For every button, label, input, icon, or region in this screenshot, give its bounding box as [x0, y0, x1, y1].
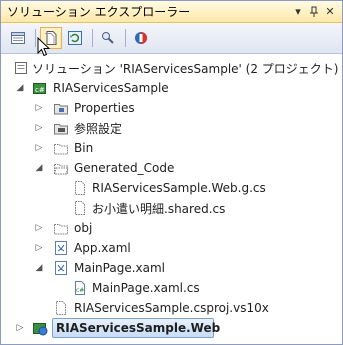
project-label: RIAServicesSample [53, 81, 169, 95]
properties-label: Properties [74, 101, 135, 115]
refresh-button[interactable] [64, 27, 86, 49]
collapsed-arrow-icon[interactable]: ▷ [33, 102, 45, 114]
collapsed-arrow-icon[interactable]: ▷ [33, 222, 45, 234]
folder-icon [53, 140, 69, 156]
tree-item-bin[interactable]: ▷ Bin [1, 138, 342, 158]
csharp-project-icon: c# [32, 80, 48, 96]
file-icon [72, 200, 88, 216]
references-label: 参照設定 [74, 121, 123, 136]
mainpage-xaml-cs-label: MainPage.xaml.cs [92, 281, 200, 295]
tree-item-references[interactable]: ▷ 参照設定 [1, 118, 342, 138]
collapsed-arrow-icon[interactable]: ▷ [33, 142, 45, 154]
view-class-diagram-button[interactable] [97, 27, 119, 49]
svg-text:c#: c# [35, 86, 45, 94]
window-title: ソリューション エクスプローラー [7, 5, 191, 19]
collapsed-arrow-icon[interactable]: ▷ [33, 122, 45, 134]
solution-icon [13, 60, 29, 76]
web-project-label: RIAServicesSample.Web [56, 321, 221, 335]
toolbar-separator [35, 29, 36, 47]
folder-icon [53, 220, 69, 236]
toolbar [1, 23, 342, 54]
tree-item-obj[interactable]: ▷ obj [1, 218, 342, 238]
solution-label: ソリューション 'RIAServicesSample' (2 プロジェクト) [32, 61, 339, 76]
ria-icon [135, 32, 147, 44]
collapsed-arrow-icon[interactable]: ▷ [14, 322, 26, 334]
collapsed-arrow-icon[interactable]: ▷ [33, 242, 45, 254]
tree-item-app-xaml[interactable]: ▷ App.xaml [1, 238, 342, 258]
wcf-ria-button[interactable] [130, 27, 152, 49]
close-icon[interactable]: ✕ [322, 4, 338, 20]
tree-item-solution[interactable]: ソリューション 'RIAServicesSample' (2 プロジェクト) [1, 58, 342, 78]
tree-item-shared-cs[interactable]: お小遣い明細.shared.cs [1, 198, 342, 218]
csproj-label: RIAServicesSample.csproj.vs10x [74, 301, 269, 315]
toolbar-separator [125, 29, 126, 47]
title-bar: ソリューション エクスプローラー ▾ ✕ [1, 1, 342, 23]
solution-explorer-panel: ソリューション エクスプローラー ▾ ✕ ソリューション 'RIAService… [0, 0, 343, 345]
expanded-arrow-icon[interactable]: ◢ [33, 162, 45, 174]
toolbar-separator [92, 29, 93, 47]
file-icon [53, 300, 69, 316]
app-xaml-label: App.xaml [74, 241, 131, 255]
tree-item-properties[interactable]: ▷ Properties [1, 98, 342, 118]
xaml-file-icon [53, 260, 69, 276]
solution-tree: ソリューション 'RIAServicesSample' (2 プロジェクト) ◢… [1, 54, 342, 338]
web-g-cs-label: RIAServicesSample.Web.g.cs [92, 181, 266, 195]
generated-code-label: Generated_Code [74, 161, 175, 175]
tree-item-web-project[interactable]: ▷ RIAServicesSample.Web [1, 318, 342, 338]
properties-folder-icon [53, 100, 69, 116]
properties-icon [11, 32, 25, 44]
pin-icon[interactable] [306, 4, 322, 20]
tree-item-generated-code[interactable]: ◢ Generated_Code [1, 158, 342, 178]
xaml-file-icon [53, 240, 69, 256]
references-folder-icon [53, 120, 69, 136]
tree-item-mainpage-xaml-cs[interactable]: c# MainPage.xaml.cs [1, 278, 342, 298]
mainpage-xaml-label: MainPage.xaml [74, 261, 165, 275]
tree-item-mainpage-xaml[interactable]: ◢ MainPage.xaml [1, 258, 342, 278]
tree-item-web-g-cs[interactable]: RIAServicesSample.Web.g.cs [1, 178, 342, 198]
expanded-arrow-icon[interactable]: ◢ [33, 262, 45, 274]
properties-button[interactable] [7, 27, 29, 49]
bin-label: Bin [74, 141, 94, 155]
shared-cs-label: お小遣い明細.shared.cs [92, 201, 226, 216]
file-icon [72, 180, 88, 196]
class-diagram-icon [102, 32, 114, 44]
tree-item-csproj[interactable]: RIAServicesSample.csproj.vs10x [1, 298, 342, 318]
dropdown-icon[interactable]: ▾ [290, 4, 306, 20]
web-project-icon [32, 320, 48, 336]
csharp-file-icon: c# [72, 280, 88, 296]
svg-text:c#: c# [76, 287, 84, 294]
refresh-icon [68, 31, 82, 45]
tree-item-project[interactable]: ◢ c# RIAServicesSample [1, 78, 342, 98]
obj-label: obj [74, 221, 93, 235]
open-folder-icon [53, 160, 69, 176]
expanded-arrow-icon[interactable]: ◢ [14, 82, 26, 94]
